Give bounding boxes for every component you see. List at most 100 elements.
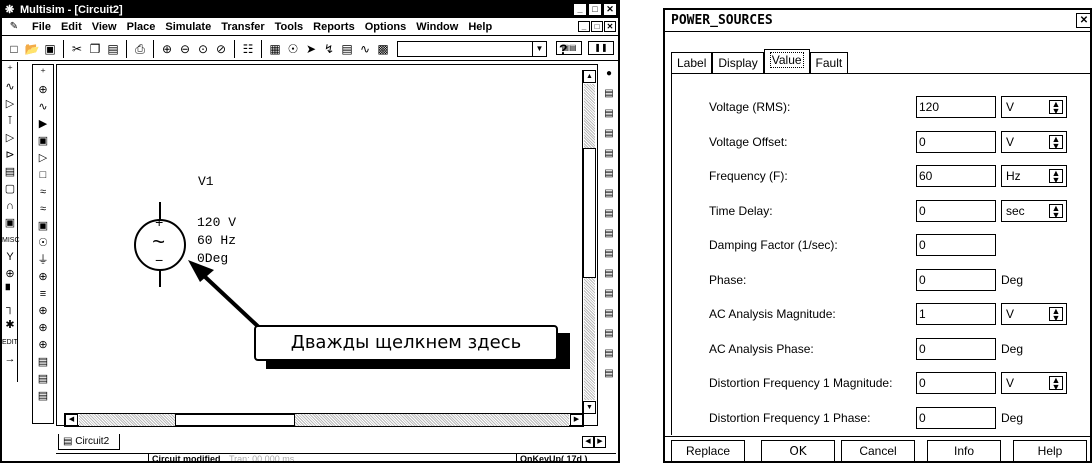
menu-file[interactable]: File [32,21,51,33]
maximize-button[interactable]: □ [588,3,602,16]
multimeter-icon[interactable]: ● [600,64,618,84]
menu-edit[interactable]: Edit [61,21,82,33]
wattmeter-icon[interactable]: ▤ [600,104,618,124]
hierarchical-block-icon[interactable]: ▘ [2,283,18,300]
param-value-input[interactable]: 120 [916,96,996,118]
spinner-icon[interactable]: ▲ ▼ [1049,376,1063,392]
database-icon[interactable]: ☉ [285,41,301,57]
analysis-icon[interactable]: ∿ [357,41,373,57]
instrument-toggle-icon[interactable]: ▤▤ [556,41,582,55]
tab-display[interactable]: Display [712,52,764,74]
tab-label[interactable]: Label [671,52,713,74]
tab-fault[interactable]: Fault [809,52,849,74]
horizontal-scrollbar[interactable]: ◀ ▶ [64,413,584,427]
virtual-filter-icon[interactable]: ▤ [33,371,53,388]
paste-icon[interactable]: ▤ [105,41,121,57]
replace-button[interactable]: Replace [671,440,745,461]
spinner-icon[interactable]: ▲ ▼ [1049,203,1063,219]
iv-analyzer-icon[interactable]: ▤ [600,264,618,284]
info-button[interactable]: Info [927,440,1001,461]
spinner-icon[interactable]: ▲ ▼ [1049,169,1063,185]
param-value-input[interactable]: 0 [916,337,996,360]
analog-icon[interactable]: ▷ [2,130,18,147]
mcu-icon[interactable]: ✱ [2,317,18,334]
param-value-input[interactable]: 0 [916,199,996,222]
wire-icon[interactable]: → [2,351,18,368]
postprocessor-icon[interactable]: ↯ [321,41,337,57]
virtual-rated-icon[interactable]: ≈ [33,201,53,218]
logic-analyzer-icon[interactable]: ▤ [600,224,618,244]
param-value-input[interactable]: 0 [916,372,996,394]
cancel-button[interactable]: Cancel [841,440,915,461]
menu-window[interactable]: Window [416,21,458,33]
component-wizard-icon[interactable]: ➤ [303,41,319,57]
spreadsheet-icon[interactable]: ▦ [267,41,283,57]
menu-tools[interactable]: Tools [275,21,304,33]
spinner-icon[interactable]: ▲ ▼ [1049,134,1063,150]
virtual-ground-icon[interactable]: ⏚ [33,252,53,269]
unit-select[interactable]: V ▲ ▼ [1001,372,1067,394]
rf-icon[interactable]: Y [2,249,18,266]
agilent-icon[interactable]: ▤ [600,344,618,364]
misc-digital-icon[interactable]: ∩ [2,198,18,215]
virtual-probe-icon[interactable]: ⊕ [33,337,53,354]
ladder-icon[interactable]: EDIT [2,334,18,351]
virtual-misc-icon[interactable]: □ [33,167,53,184]
diode-icon[interactable]: ▷ [2,96,18,113]
zoom-fit-icon[interactable]: ⊘ [213,41,229,57]
virtual-relay-icon[interactable]: ≡ [33,286,53,303]
tektronix-icon[interactable]: ▤ [600,364,618,384]
virtual-signal-icon[interactable]: ⊕ [33,82,53,99]
zoom-in-icon[interactable]: ⊕ [159,41,175,57]
tab-scroll-left-icon[interactable]: ◀ [582,436,594,448]
cmos-icon[interactable]: ▤ [2,164,18,181]
transistor-icon[interactable]: ⊺ [2,113,18,130]
tab-value[interactable]: Value [763,49,810,74]
virtual-connector-icon[interactable]: ▤ [33,354,53,371]
in-use-list-select[interactable]: ▼ [397,40,547,57]
tab-scroll-right-icon[interactable]: ▶ [594,436,606,448]
spinner-icon[interactable]: ▲ ▼ [1049,100,1063,116]
virtual-transistor-icon[interactable]: ▣ [33,133,53,150]
new-icon[interactable]: □ [6,41,22,57]
virtual-diode-icon[interactable]: ▶ [33,116,53,133]
function-generator-icon[interactable]: ▤ [600,84,618,104]
mixed-icon[interactable]: ▢ [2,181,18,198]
virtual-plot-icon[interactable]: ▤ [33,388,53,405]
virtual-lamp-icon[interactable]: ☉ [33,235,53,252]
electromech-icon[interactable]: ⊕ [2,266,18,283]
bus-icon[interactable]: ┐ [2,300,18,317]
misc-icon[interactable]: MISC [2,232,20,249]
virtual-3d-icon[interactable]: ▣ [33,218,53,235]
menu-options[interactable]: Options [365,21,407,33]
help-button[interactable]: Help [1013,440,1087,461]
spectrum-analyzer-icon[interactable]: ▤ [600,304,618,324]
indicator-icon[interactable]: ▣ [2,215,18,232]
network-analyzer-icon[interactable]: ▤ [600,324,618,344]
unit-select[interactable]: V ▲ ▼ [1001,303,1067,325]
word-generator-icon[interactable]: ▤ [600,204,618,224]
scroll-down-icon[interactable]: ▼ [583,401,596,414]
grapher-icon[interactable]: ▤ [339,41,355,57]
child-restore-button[interactable]: □ [591,21,603,32]
virtual-measure-icon[interactable]: ≈ [33,184,53,201]
scroll-left-icon[interactable]: ◀ [65,414,78,426]
save-icon[interactable]: ▣ [42,41,58,57]
copy-icon[interactable]: ❐ [87,41,103,57]
chevron-down-icon[interactable]: ▼ [532,41,546,56]
param-value-input[interactable]: 0 [916,268,996,291]
virtual-switch-icon[interactable]: ⊕ [33,303,53,320]
zoom-area-icon[interactable]: ⊙ [195,41,211,57]
virtual-meter-icon[interactable]: ⊕ [33,320,53,337]
menu-reports[interactable]: Reports [313,21,355,33]
cut-icon[interactable]: ✂ [69,41,85,57]
virtual-source-icon[interactable]: ⁺ [33,65,53,82]
tab-circuit2[interactable]: ▤ Circuit2 [58,434,120,450]
param-value-input[interactable]: 0 [916,130,996,153]
unit-select[interactable]: V ▲ ▼ [1001,96,1067,118]
horizontal-scroll-thumb[interactable] [175,414,295,426]
vertical-scrollbar[interactable]: ▲ ▼ [582,70,596,414]
scroll-right-icon[interactable]: ▶ [570,414,583,426]
virtual-gate-icon[interactable]: ⊕ [33,269,53,286]
bode-plotter-icon[interactable]: ▤ [600,164,618,184]
